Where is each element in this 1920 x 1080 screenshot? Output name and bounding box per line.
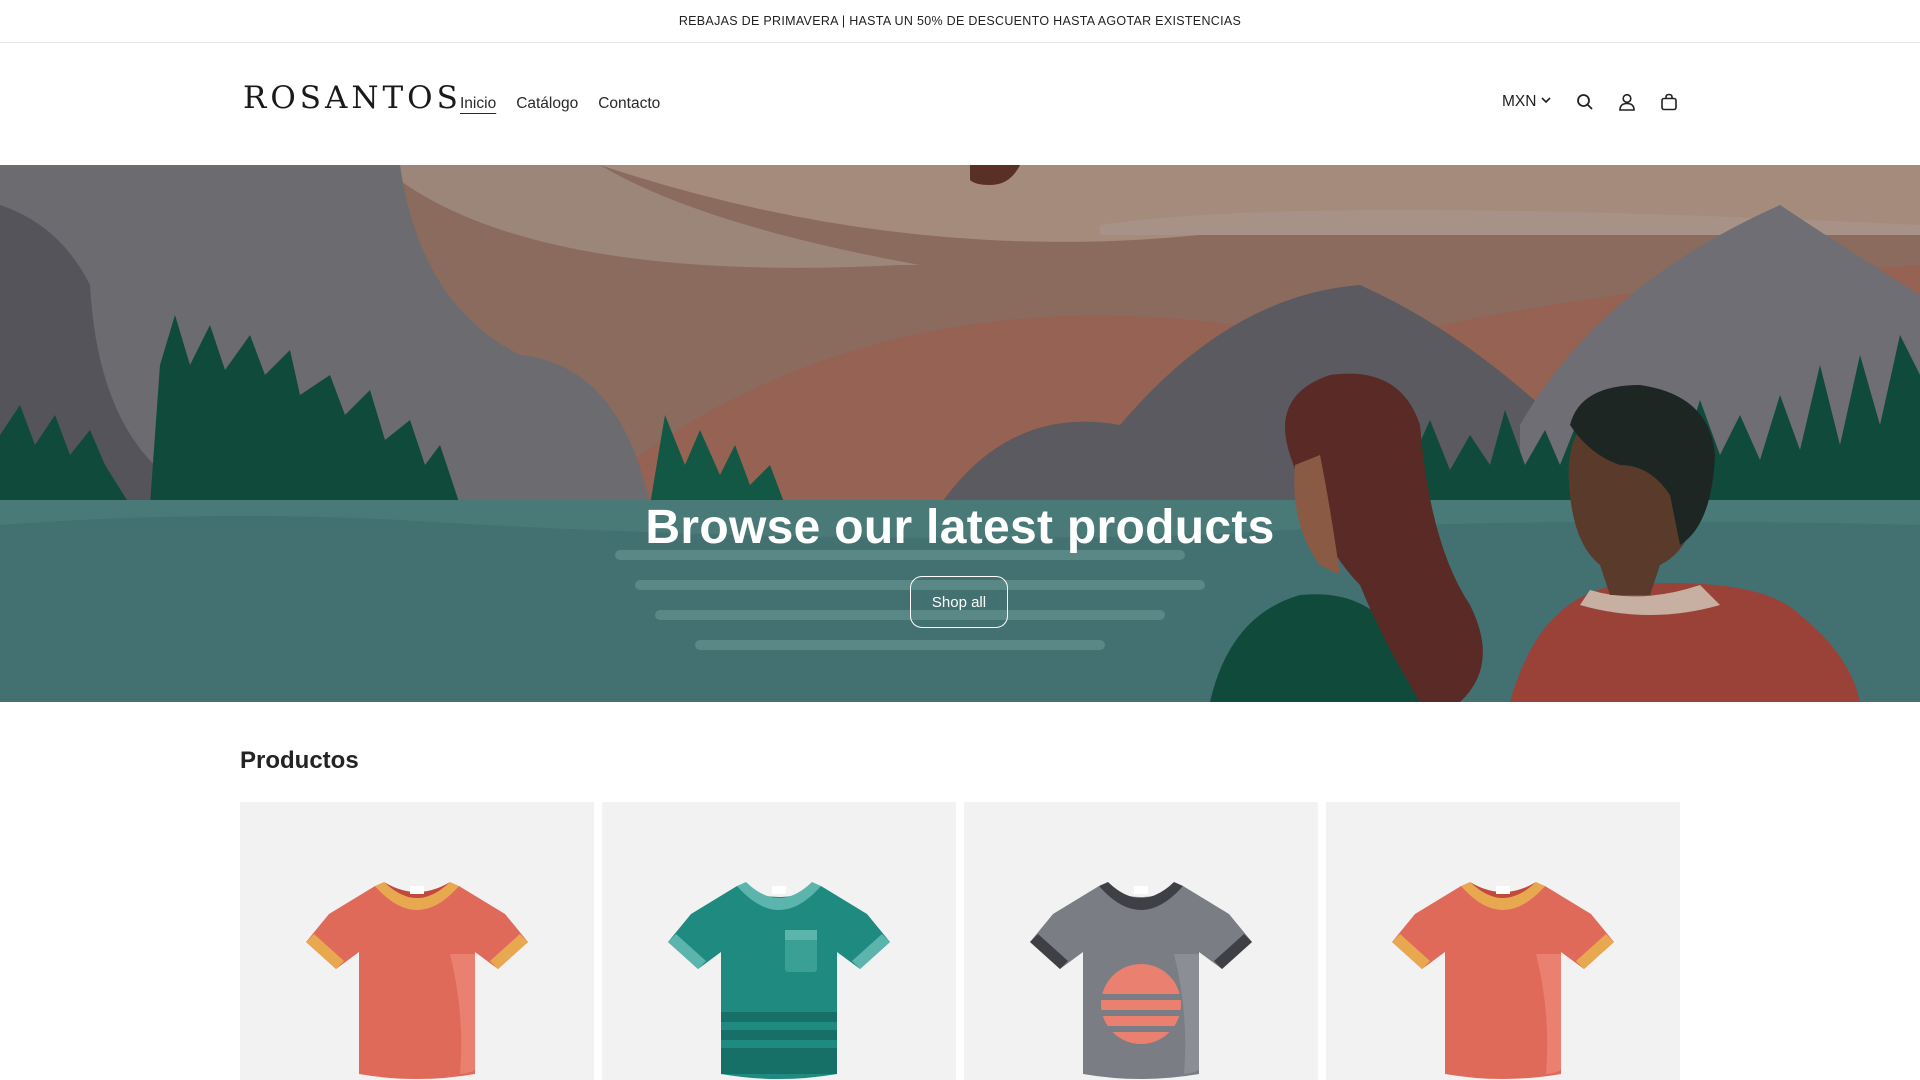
product-image-gray-tshirt [1030, 882, 1252, 1079]
product-card[interactable] [240, 802, 594, 1080]
announcement-bar: REBAJAS DE PRIMAVERA | HASTA UN 50% DE D… [0, 0, 1920, 43]
nav-item-catalogo[interactable]: Catálogo [516, 95, 578, 113]
site-header: ROSANTOS Inicio Catálogo Contacto MXN [0, 43, 1920, 165]
main-nav: Inicio Catálogo Contacto [460, 95, 660, 113]
shop-all-button[interactable]: Shop all [910, 576, 1008, 628]
chevron-down-icon [1540, 93, 1552, 111]
product-grid [240, 802, 1680, 1080]
product-card[interactable] [602, 802, 956, 1080]
hero-title: Browse our latest products [645, 501, 1275, 554]
search-icon[interactable] [1574, 91, 1596, 113]
currency-label: MXN [1502, 93, 1537, 110]
products-section-title: Productos [240, 747, 359, 774]
account-icon[interactable] [1616, 91, 1638, 113]
nav-item-contacto[interactable]: Contacto [598, 95, 660, 113]
product-image-teal-tshirt [668, 882, 890, 1079]
nav-item-inicio[interactable]: Inicio [460, 95, 496, 113]
product-card[interactable] [964, 802, 1318, 1080]
store-logo[interactable]: ROSANTOS [243, 83, 462, 114]
hero-banner: Browse our latest products Shop all [0, 165, 1920, 702]
product-card[interactable] [1326, 802, 1680, 1080]
product-image-red-tshirt [1392, 882, 1614, 1079]
announcement-text: REBAJAS DE PRIMAVERA | HASTA UN 50% DE D… [678, 14, 1242, 28]
cart-icon[interactable] [1658, 91, 1680, 113]
currency-selector[interactable]: MXN [1502, 93, 1552, 111]
product-image-red-tshirt [306, 882, 528, 1079]
header-actions: MXN [1502, 91, 1680, 113]
